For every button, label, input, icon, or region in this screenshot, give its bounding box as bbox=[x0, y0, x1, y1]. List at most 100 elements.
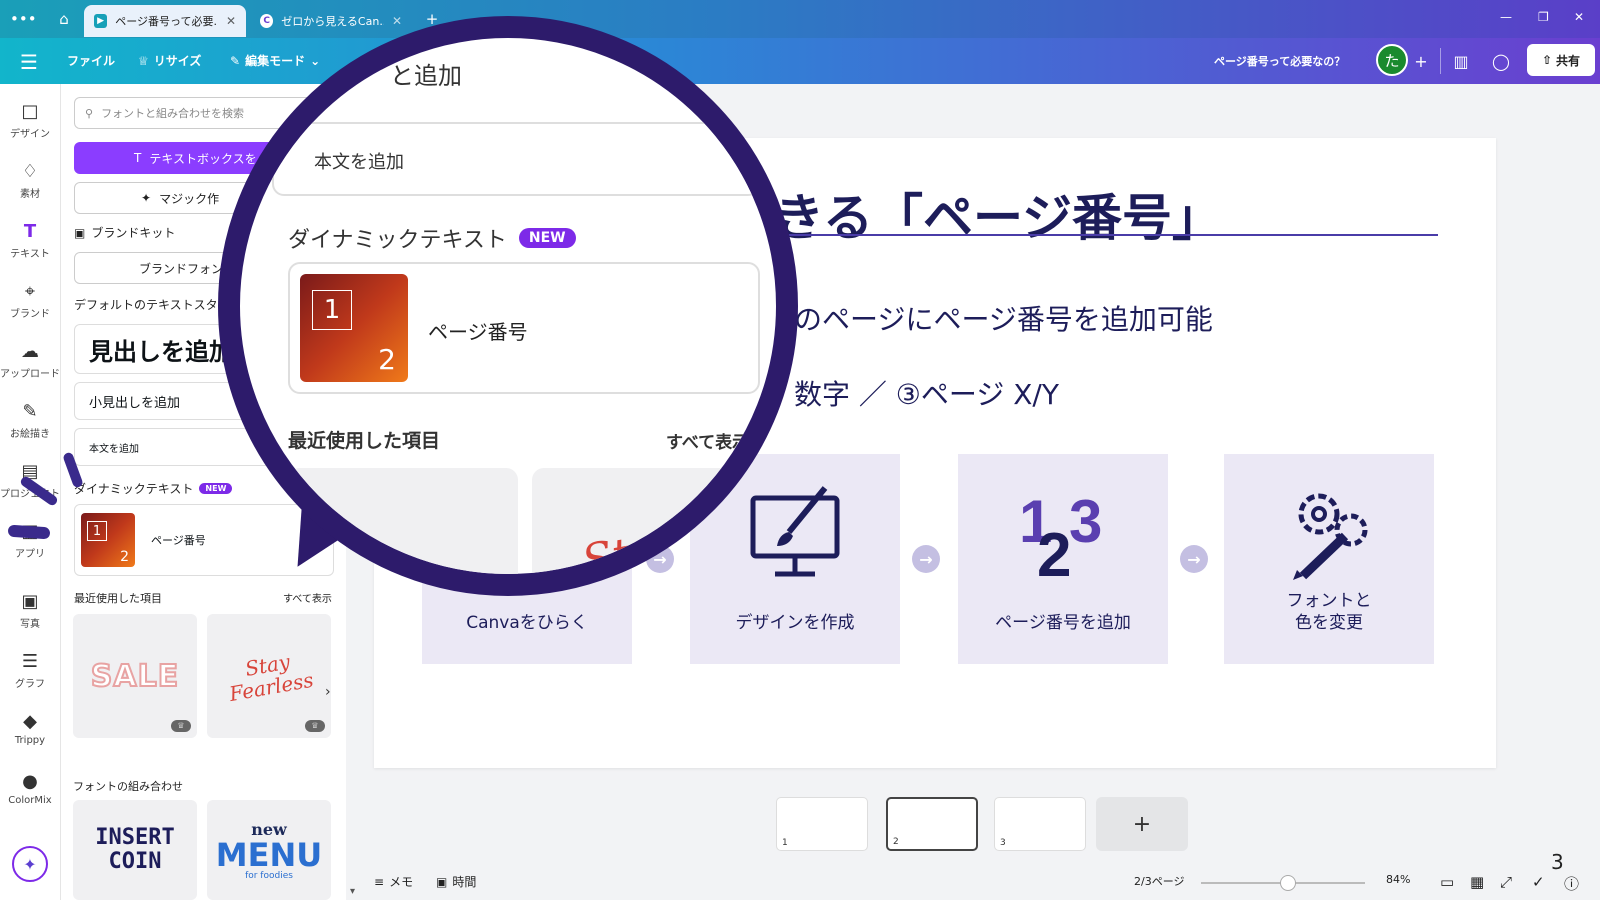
browser-menu-icon[interactable]: ••• bbox=[10, 8, 37, 30]
file-menu[interactable]: ファイル bbox=[67, 52, 115, 69]
resize-menu[interactable]: ♕ リサイズ bbox=[138, 52, 201, 69]
help-icon[interactable]: ⓘ bbox=[1564, 873, 1579, 894]
brand-kit-text: ブランドキット bbox=[91, 226, 176, 240]
rail-item-charts[interactable]: ☰ グラフ bbox=[0, 652, 60, 691]
hamburger-menu-icon[interactable]: ☰ bbox=[20, 50, 38, 74]
add-collaborator-icon[interactable]: + bbox=[1406, 46, 1436, 76]
magic-label: マジック作 bbox=[159, 191, 220, 206]
lens-page-number-label: ページ番号 bbox=[428, 320, 528, 344]
document-title[interactable]: ページ番号って必要なの？ bbox=[1214, 53, 1345, 69]
brand-kit-label: ▣ ブランドキット bbox=[74, 224, 175, 241]
zoom-level[interactable]: 84% bbox=[1386, 873, 1410, 886]
insights-chart-icon[interactable]: ▥ bbox=[1446, 46, 1476, 76]
grid-view-icon[interactable]: ▦ bbox=[1470, 873, 1484, 891]
zoom-slider-handle[interactable] bbox=[1280, 875, 1296, 891]
rail-label: 素材 bbox=[20, 189, 40, 200]
design-icon: □ bbox=[21, 101, 39, 122]
rail-item-colormix[interactable]: ● ColorMix bbox=[0, 771, 60, 807]
timer-button[interactable]: ▣ 時間 bbox=[436, 873, 476, 890]
magnifier-lens: と追加 本文を追加 ダイナミックテキスト NEW 1 2 ページ番号 最近使用し… bbox=[218, 16, 798, 596]
home-icon[interactable]: ⌂ bbox=[52, 8, 76, 30]
comment-icon[interactable]: ◯ bbox=[1486, 46, 1516, 76]
step-label: フォントと 色を変更 bbox=[1287, 590, 1372, 634]
rail-item-elements[interactable]: ♢ 素材 bbox=[0, 162, 60, 201]
rail-item-text[interactable]: T テキスト bbox=[0, 222, 60, 261]
upload-cloud-icon: ☁ bbox=[21, 341, 39, 362]
rail-item-trippy[interactable]: ◆ Trippy bbox=[0, 712, 60, 747]
close-window-icon[interactable]: ✕ bbox=[1574, 10, 1584, 24]
step-label-text: フォントと 色を変更 bbox=[1286, 591, 1372, 633]
page-thumbnail-3[interactable]: 3 bbox=[994, 797, 1086, 851]
page-number-thumbnail: 1 2 bbox=[81, 513, 135, 567]
notes-icon: ≡ bbox=[374, 874, 385, 889]
rail-label: デザイン bbox=[10, 129, 50, 140]
header-divider bbox=[1440, 48, 1441, 74]
insert-coin-font-card[interactable]: INSERT COIN bbox=[73, 800, 197, 900]
default-styles-label: デフォルトのテキストスタイ bbox=[74, 298, 230, 312]
gears-pencil-icon bbox=[1293, 493, 1368, 580]
check-icon[interactable]: ✓ bbox=[1532, 873, 1545, 891]
page-number: 3 bbox=[1000, 838, 1006, 848]
step-change-font-color[interactable]: フォントと 色を変更 bbox=[1224, 454, 1434, 664]
search-placeholder: フォントと組み合わせを検索 bbox=[101, 107, 245, 120]
lens-dynamic-label: ダイナミックテキスト bbox=[288, 228, 507, 253]
share-label: 共有 bbox=[1556, 53, 1581, 68]
for-foodies-text: for foodies bbox=[245, 870, 293, 881]
close-icon[interactable]: ✕ bbox=[392, 14, 402, 28]
show-all-link[interactable]: すべて表示 bbox=[283, 590, 332, 605]
arrow-right-icon: → bbox=[1180, 545, 1208, 573]
page-view-icon[interactable]: ▭ bbox=[1440, 873, 1454, 891]
magnified-view: と追加 本文を追加 ダイナミックテキスト NEW 1 2 ページ番号 最近使用し… bbox=[240, 38, 776, 574]
lens-show-all-link[interactable]: すべて表示 bbox=[666, 428, 749, 453]
tab-page-number[interactable]: ▶ ページ番号って必要... ✕ bbox=[84, 5, 246, 37]
rail-label: アップロード bbox=[0, 369, 60, 380]
canva-favicon-icon: C bbox=[260, 14, 274, 28]
avatar[interactable]: た bbox=[1376, 44, 1408, 76]
brand-font-label: ブランドフォン bbox=[139, 261, 224, 276]
crown-icon: ♕ bbox=[138, 53, 149, 68]
magic-wand-icon: ✦ bbox=[141, 191, 152, 205]
rail-label: ブランド bbox=[10, 309, 50, 320]
slide-bullet-2[interactable]: 数字 ／ ③ページ X/Y bbox=[794, 373, 1059, 413]
colormix-app-icon: ● bbox=[22, 771, 38, 792]
arrow-right-icon: → bbox=[912, 545, 940, 573]
thumbnail-digit-two: 2 bbox=[120, 549, 129, 565]
slide-bullet-1[interactable]: のページにページ番号を追加可能 bbox=[794, 298, 1213, 338]
chevron-right-icon[interactable]: › bbox=[325, 684, 331, 700]
recent-stay-fearless-card[interactable]: Stay Fearless ♕ bbox=[207, 614, 331, 738]
rail-item-draw[interactable]: ✎ お絵描き bbox=[0, 402, 60, 441]
rail-label: 写真 bbox=[20, 619, 40, 630]
maximize-icon[interactable]: ❐ bbox=[1538, 10, 1549, 24]
coin-text: COIN bbox=[108, 849, 162, 874]
tab-favicon-icon: ▶ bbox=[94, 14, 108, 28]
photo-icon: ▣ bbox=[21, 591, 39, 612]
magic-sparkle-icon[interactable]: ✦ bbox=[12, 846, 48, 882]
step-label: デザインを作成 bbox=[735, 613, 855, 633]
close-icon[interactable]: ✕ bbox=[226, 14, 236, 28]
minimize-icon[interactable]: — bbox=[1500, 10, 1512, 24]
add-page-button[interactable]: + bbox=[1096, 797, 1188, 851]
step-label: Canvaをひらく bbox=[466, 613, 588, 633]
tab-canva-guide[interactable]: C ゼロから見えるCan... ✕ bbox=[250, 5, 412, 37]
page-thumbnail-2[interactable]: 2 bbox=[886, 797, 978, 851]
rail-item-brand[interactable]: ⌖ ブランド bbox=[0, 282, 60, 321]
search-icon: ⚲ bbox=[85, 106, 94, 120]
share-button[interactable]: ⇧ 共有 bbox=[1527, 44, 1595, 76]
page-thumbnail-1[interactable]: 1 bbox=[776, 797, 868, 851]
crown-icon: ♕ bbox=[305, 720, 325, 732]
upload-icon: ⇧ bbox=[1541, 53, 1553, 67]
brand-kit-icon: ▣ bbox=[74, 225, 86, 240]
fullscreen-icon[interactable]: ⤢ bbox=[1500, 873, 1512, 891]
slide-title[interactable]: きる「ページ番号」 bbox=[774, 178, 1222, 250]
handwritten-number: 3 bbox=[1551, 850, 1564, 874]
page-number-label: ページ番号 bbox=[151, 534, 206, 547]
rail-label: テキスト bbox=[10, 249, 50, 260]
new-menu-font-card[interactable]: new MENU for foodies bbox=[207, 800, 331, 900]
step-add-page-number[interactable]: 1 3 2 ページ番号を追加 bbox=[958, 454, 1168, 664]
recent-sale-text-card[interactable]: SALE ♕ bbox=[73, 614, 197, 738]
rail-item-design[interactable]: □ デザイン bbox=[0, 101, 60, 141]
scroll-down-icon[interactable]: ▾ bbox=[350, 886, 355, 897]
rail-item-photos[interactable]: ▣ 写真 bbox=[0, 591, 60, 631]
rail-item-uploads[interactable]: ☁ アップロード bbox=[0, 341, 60, 381]
notes-button[interactable]: ≡ メモ bbox=[374, 873, 413, 890]
